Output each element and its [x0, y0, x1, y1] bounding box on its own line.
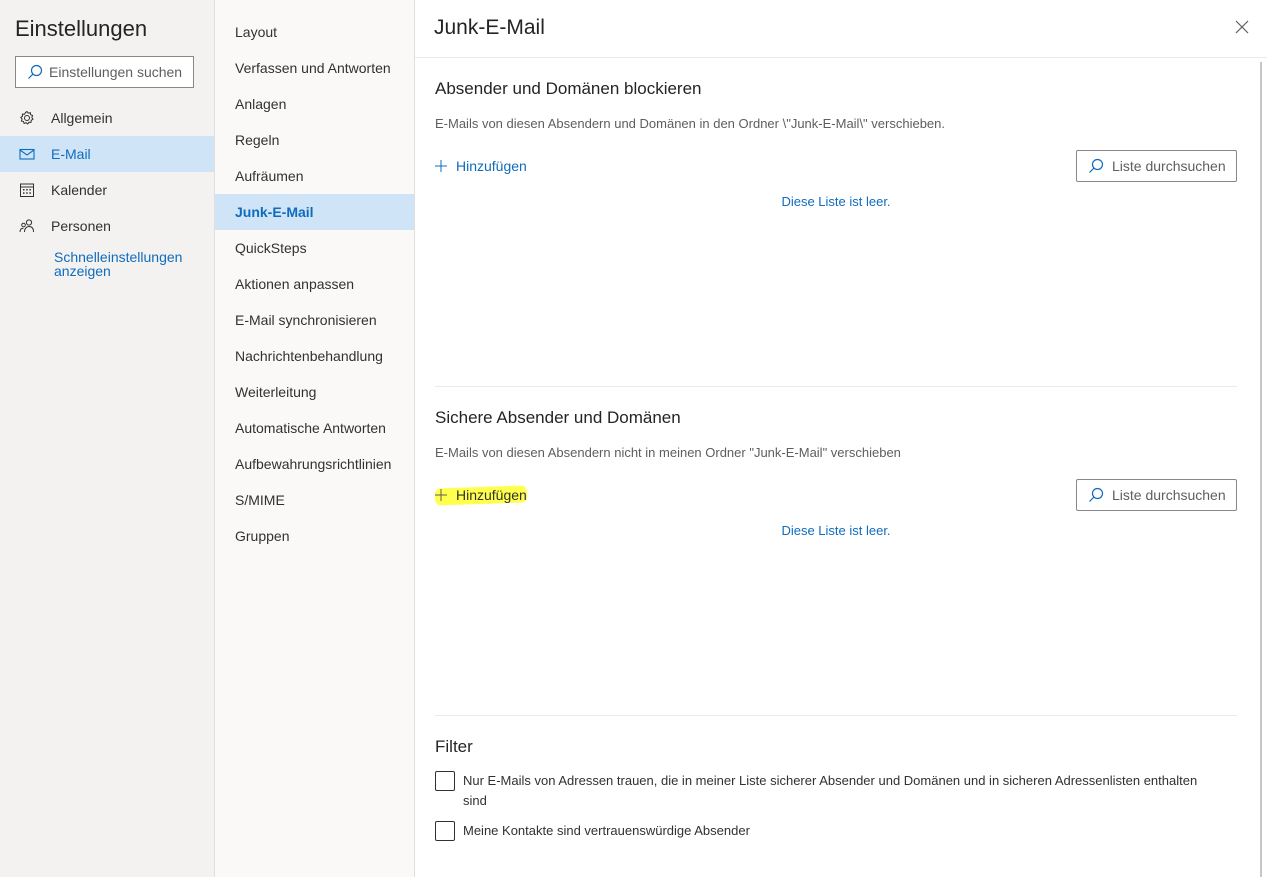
blocked-add-button[interactable]: Hinzufügen	[435, 156, 527, 176]
sub-nav-item-sync-email[interactable]: E-Mail synchronisieren	[215, 302, 414, 338]
settings-content: Junk-E-Mail Absender und Domänen blockie…	[415, 0, 1267, 877]
safe-add-button[interactable]: Hinzufügen	[435, 485, 527, 505]
close-icon	[1235, 20, 1249, 34]
blocked-senders-title: Absender und Domänen blockieren	[435, 79, 702, 98]
filter-option-label: Nur E-Mails von Adressen trauen, die in …	[463, 773, 1198, 808]
nav-item-email[interactable]: E-Mail	[0, 136, 214, 172]
plus-icon	[435, 489, 447, 501]
blocked-senders-description: E-Mails von diesen Absendern und Domänen…	[435, 116, 945, 131]
section-divider	[435, 386, 1237, 387]
scrollbar-thumb[interactable]	[1260, 62, 1262, 877]
sub-nav-item-smime[interactable]: S/MIME	[215, 482, 414, 518]
sub-nav-item-retention-policies[interactable]: Aufbewahrungsrichtlinien	[215, 446, 414, 482]
sub-nav-item-automatic-replies[interactable]: Automatische Antworten	[215, 410, 414, 446]
filter-option-trust-contacts[interactable]: Meine Kontakte sind vertrauenswürdige Ab…	[435, 821, 1203, 841]
nav-item-label: E-Mail	[51, 146, 91, 162]
close-button[interactable]	[1233, 18, 1251, 36]
main-nav: Allgemein E-Mail Kalender Personen	[0, 100, 214, 244]
checkbox[interactable]	[435, 771, 455, 791]
search-icon	[27, 64, 43, 80]
main-sidebar: Einstellungen Allgemein E-Mail Kalender	[0, 0, 215, 877]
nav-item-allgemein[interactable]: Allgemein	[0, 100, 214, 136]
quick-settings-link[interactable]: Schnelleinstellungen anzeigen	[54, 250, 204, 278]
safe-senders-title: Sichere Absender und Domänen	[435, 408, 681, 427]
safe-list-search-label: Liste durchsuchen	[1112, 487, 1226, 503]
blocked-empty-message: Diese Liste ist leer.	[781, 194, 891, 209]
sub-nav-item-forwarding[interactable]: Weiterleitung	[215, 374, 414, 410]
safe-list-search-button[interactable]: Liste durchsuchen	[1076, 479, 1237, 511]
safe-senders-description: E-Mails von diesen Absendern nicht in me…	[435, 445, 901, 460]
sub-nav-item-groups[interactable]: Gruppen	[215, 518, 414, 554]
nav-item-label: Allgemein	[51, 110, 113, 126]
checkbox[interactable]	[435, 821, 455, 841]
sub-nav-item-sweep[interactable]: Aufräumen	[215, 158, 414, 194]
calendar-icon	[19, 182, 35, 198]
nav-item-label: Kalender	[51, 182, 108, 198]
search-icon	[1088, 158, 1104, 174]
filter-option-label: Meine Kontakte sind vertrauenswürdige Ab…	[463, 823, 750, 838]
nav-item-kalender[interactable]: Kalender	[0, 172, 214, 208]
sub-nav-item-rules[interactable]: Regeln	[215, 122, 414, 158]
settings-search-input[interactable]	[49, 64, 189, 80]
people-icon	[19, 218, 35, 234]
section-divider	[435, 715, 1237, 716]
sub-nav-item-compose[interactable]: Verfassen und Antworten	[215, 50, 414, 86]
content-header: Junk-E-Mail	[415, 0, 1267, 58]
sub-nav-item-layout[interactable]: Layout	[215, 14, 414, 50]
sub-nav-item-attachments[interactable]: Anlagen	[215, 86, 414, 122]
app-title: Einstellungen	[15, 16, 148, 41]
search-icon	[1088, 487, 1104, 503]
safe-empty-message: Diese Liste ist leer.	[781, 523, 891, 538]
safe-add-label: Hinzufügen	[456, 487, 527, 503]
sub-nav-item-quicksteps[interactable]: QuickSteps	[215, 230, 414, 266]
blocked-list-search-label: Liste durchsuchen	[1112, 158, 1226, 174]
sub-nav-item-message-handling[interactable]: Nachrichtenbehandlung	[215, 338, 414, 374]
mail-icon	[19, 146, 35, 162]
blocked-list-search-button[interactable]: Liste durchsuchen	[1076, 150, 1237, 182]
sub-nav-item-junk-email[interactable]: Junk-E-Mail	[215, 194, 414, 230]
sub-nav-item-customize-actions[interactable]: Aktionen anpassen	[215, 266, 414, 302]
nav-item-personen[interactable]: Personen	[0, 208, 214, 244]
filter-title: Filter	[435, 737, 473, 756]
page-title: Junk-E-Mail	[434, 16, 545, 39]
plus-icon	[435, 160, 447, 172]
email-settings-nav: Layout Verfassen und Antworten Anlagen R…	[215, 0, 415, 877]
scrollbar[interactable]	[1260, 62, 1266, 877]
gear-icon	[19, 110, 35, 126]
settings-search-box[interactable]	[15, 56, 194, 88]
filter-option-trusted-only[interactable]: Nur E-Mails von Adressen trauen, die in …	[435, 771, 1203, 811]
sub-nav: Layout Verfassen und Antworten Anlagen R…	[215, 14, 414, 554]
nav-item-label: Personen	[51, 218, 111, 234]
blocked-add-label: Hinzufügen	[456, 158, 527, 174]
